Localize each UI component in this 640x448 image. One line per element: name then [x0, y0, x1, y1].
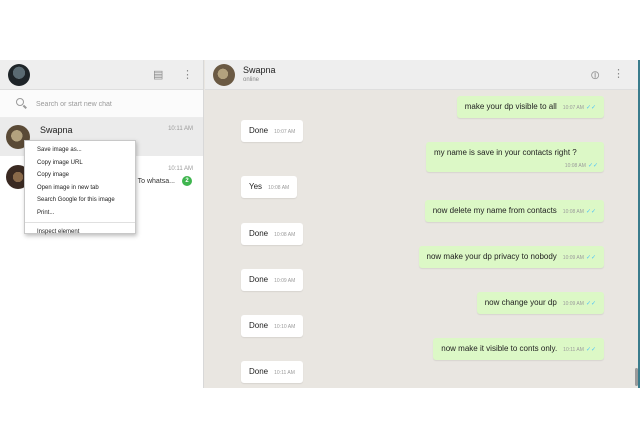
conversation-pane: Swapna online ⊘ ⋮ make your dp visible t…	[205, 60, 640, 388]
menu-divider	[25, 222, 135, 223]
chat-time: 10:11 AM	[168, 126, 193, 132]
menu-icon[interactable]: ⋮	[613, 67, 624, 80]
message-outgoing: now make it visible to conts only. 10:11 …	[433, 338, 604, 360]
search-icon	[16, 98, 24, 106]
bottom-margin	[0, 388, 640, 448]
new-chat-icon[interactable]: ▤	[153, 67, 163, 83]
ctx-print[interactable]: Print...	[25, 207, 135, 220]
message-incoming: Done 10:07 AM	[241, 120, 304, 142]
chat-time: 10:11 AM	[168, 166, 193, 172]
ctx-search-google[interactable]: Search Google for this image	[25, 194, 135, 207]
chat-preview: ... To whatsa...	[129, 178, 175, 185]
unread-badge: 2	[182, 176, 192, 186]
ctx-copy-image-url[interactable]: Copy image URL	[25, 157, 135, 170]
ctx-save-image[interactable]: Save image as...	[25, 144, 135, 157]
attach-icon[interactable]: ⊘	[586, 66, 603, 83]
message-outgoing: now make your dp privacy to nobody 10:09 …	[418, 246, 604, 268]
ctx-copy-image[interactable]: Copy image	[25, 169, 135, 182]
my-avatar[interactable]	[8, 64, 30, 86]
message-incoming: Yes 10:08 AM	[241, 176, 298, 198]
ctx-inspect-element[interactable]: Inspect element	[25, 226, 135, 239]
sidebar-header: ▤ ⋮	[0, 60, 203, 90]
contact-avatar[interactable]	[213, 64, 235, 86]
search-bar	[0, 90, 203, 118]
top-margin	[0, 0, 640, 60]
message-outgoing: now change your dp 10:09 AM ✓✓	[476, 292, 604, 314]
message-incoming: Done 10:08 AM	[241, 223, 304, 245]
message-incoming: Done 10:10 AM	[241, 315, 304, 337]
message-list: make your dp visible to all 10:07 AM ✓✓ Do…	[205, 90, 640, 388]
chat-list-pane: ▤ ⋮ Swapna 10:11 AM 10:11 AM ... To what…	[0, 60, 204, 388]
search-input[interactable]	[36, 97, 186, 111]
message-outgoing: my name is save in your contacts right ?…	[426, 142, 604, 172]
message-outgoing: now delete my name from contacts 10:08 AM…	[424, 200, 604, 222]
message-incoming: Done 10:09 AM	[241, 269, 304, 291]
contact-name[interactable]: Swapna	[243, 65, 276, 75]
chat-name: Swapna	[40, 125, 73, 135]
whatsapp-web-window: ▤ ⋮ Swapna 10:11 AM 10:11 AM ... To what…	[0, 60, 640, 388]
message-outgoing: make your dp visible to all 10:07 AM ✓✓	[456, 96, 604, 118]
ctx-open-image-new-tab[interactable]: Open image in new tab	[25, 182, 135, 195]
menu-icon[interactable]: ⋮	[182, 67, 193, 83]
context-menu: Save image as... Copy image URL Copy ima…	[24, 140, 136, 235]
message-incoming: Done 10:11 AM	[241, 361, 303, 383]
conversation-header: Swapna online ⊘ ⋮	[205, 60, 640, 90]
contact-status: online	[243, 77, 260, 83]
